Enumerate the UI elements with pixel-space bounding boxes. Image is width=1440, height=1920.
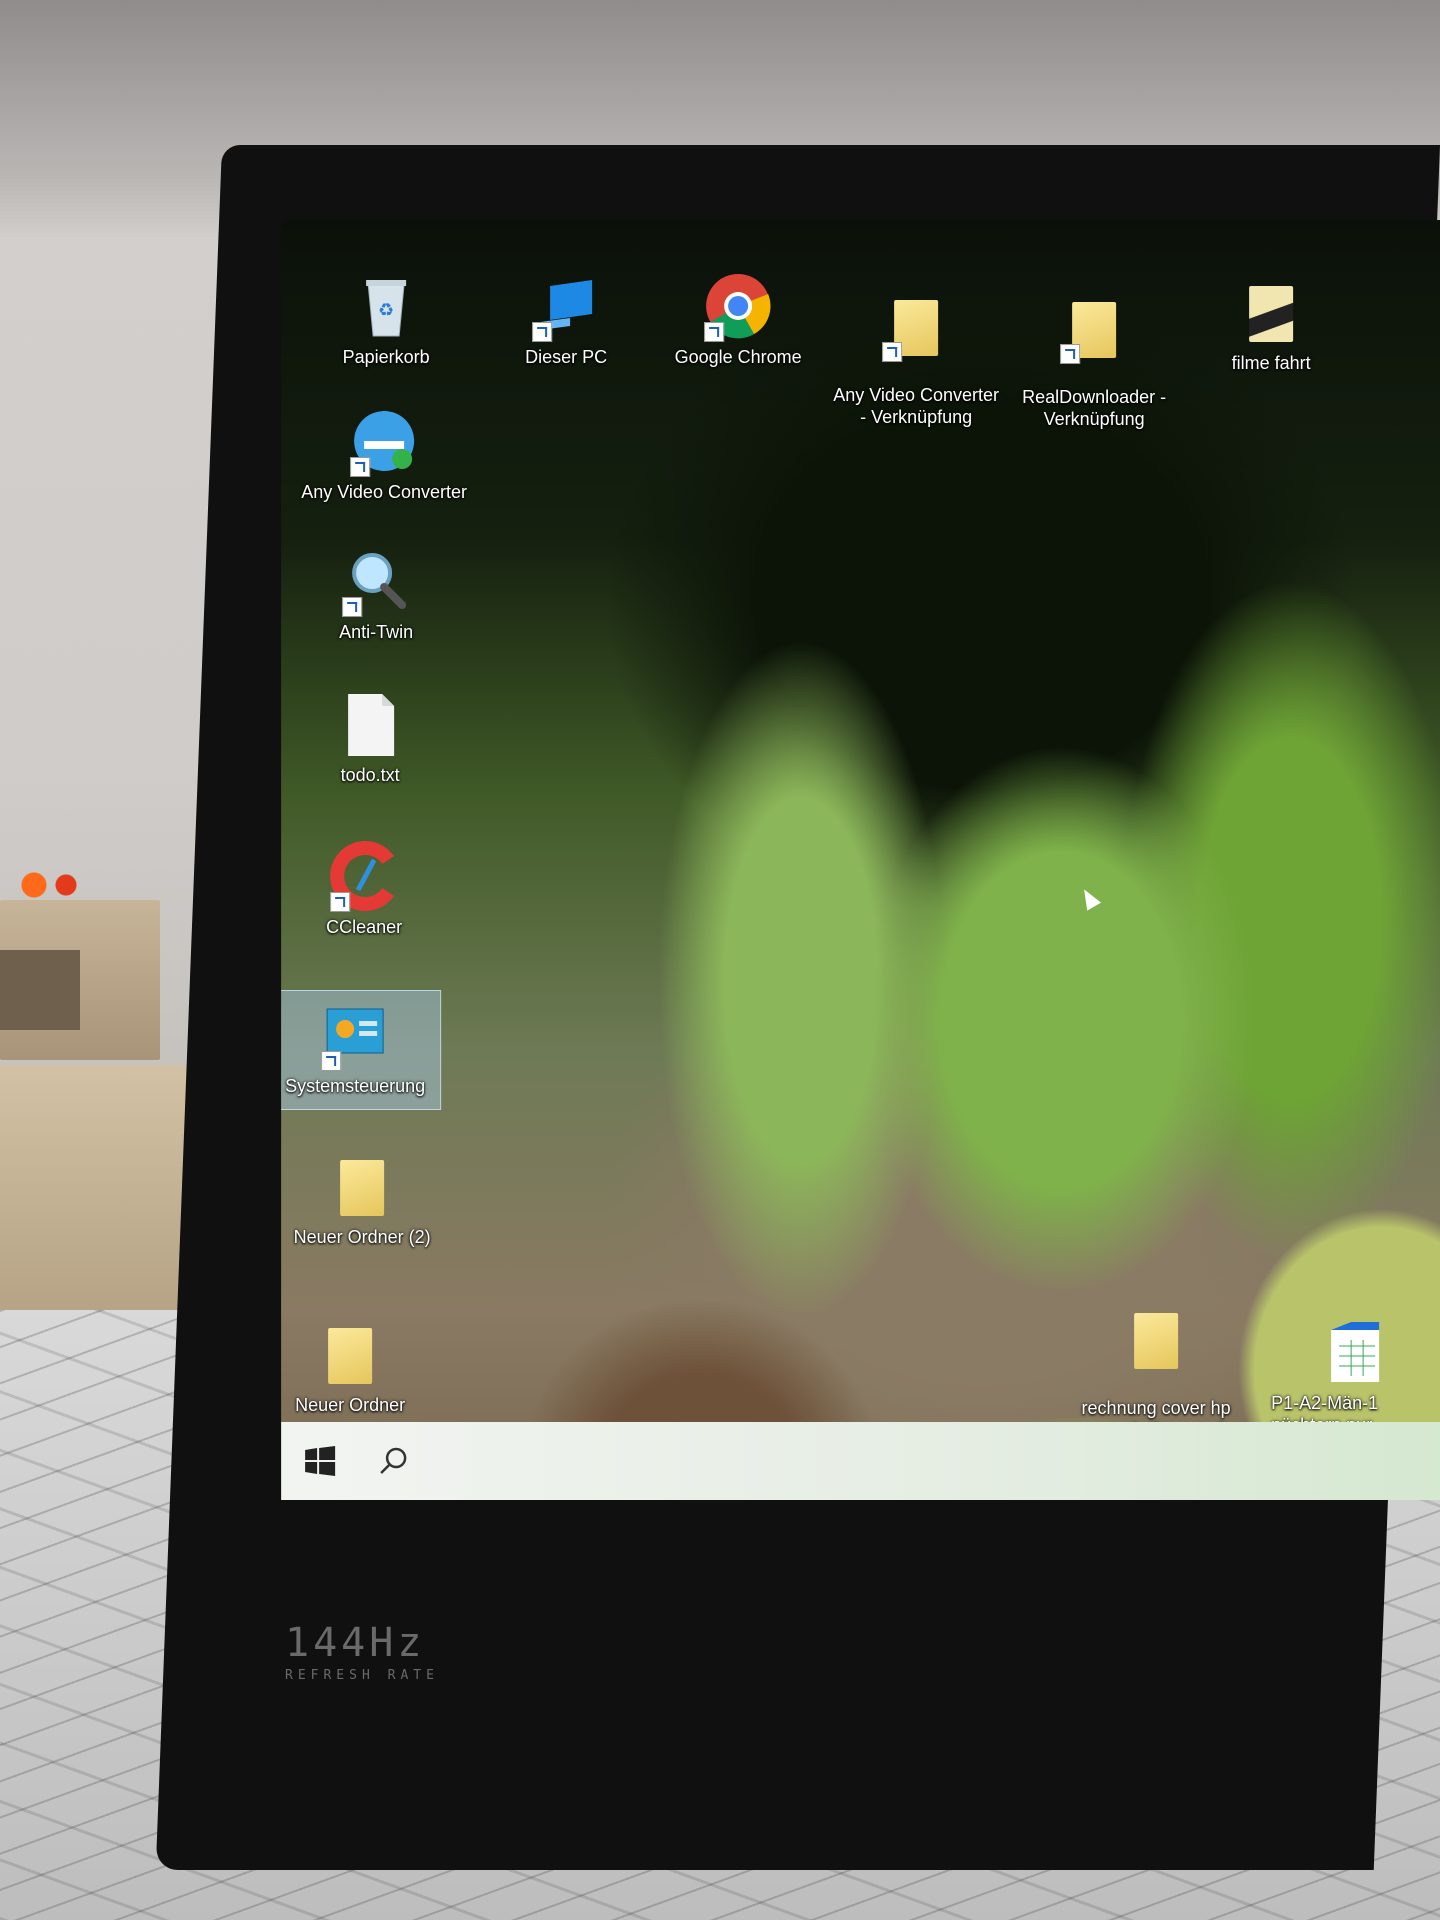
control-panel-icon [319, 999, 391, 1071]
desktop-icon-todo-txt[interactable]: todo.txt [285, 688, 455, 786]
icon-label: Papierkorb [342, 347, 430, 367]
folder-icon [880, 290, 952, 362]
desktop-icon-papierkorb[interactable]: ♻ Papierkorb [301, 270, 471, 368]
desktop-icon-dieser-pc[interactable]: Dieser PC [481, 270, 651, 368]
spreadsheet-icon [1321, 1298, 1393, 1382]
desktop-icon-anti-twin[interactable]: Anti-Twin [291, 545, 461, 643]
desktop-icon-realdownloader-shortcut[interactable]: RealDownloader - Verknüpfung [1009, 274, 1179, 448]
recycle-bin-icon: ♻ [350, 270, 422, 342]
text-file-icon [334, 688, 406, 760]
icon-label: CCleaner [326, 917, 403, 937]
shortcut-arrow-icon [882, 342, 903, 362]
folder-icon [1235, 276, 1307, 348]
search-icon[interactable] [377, 1444, 411, 1478]
svg-text:♻: ♻ [378, 300, 394, 320]
desktop-icon-ccleaner[interactable]: CCleaner [281, 840, 449, 938]
shortcut-arrow-icon [330, 892, 351, 912]
folder-icon [326, 1150, 398, 1222]
ccleaner-icon [328, 840, 400, 912]
shortcut-arrow-icon [1060, 344, 1081, 364]
desktop-icon-any-video-converter[interactable]: Any Video Converter [299, 405, 469, 503]
shortcut-arrow-icon [350, 457, 371, 477]
desktop-icon-google-chrome[interactable]: Google Chrome [653, 270, 823, 368]
shortcut-arrow-icon [704, 322, 725, 342]
chrome-icon [702, 270, 774, 342]
windows-logo-icon[interactable] [303, 1444, 337, 1478]
refresh-rate-caption: REFRESH RATE [285, 1668, 439, 1683]
refresh-rate-text: 144Hz [285, 1620, 426, 1666]
monitor: ♻ Papierkorb Dieser PC Google Chrome Any… [155, 145, 1440, 1870]
icon-label: Dieser PC [525, 347, 608, 367]
icon-label: Neuer Ordner (2) [293, 1227, 431, 1247]
desktop-icon-neuer-ordner-2[interactable]: Neuer Ordner (2) [281, 1150, 447, 1248]
folder-icon [1058, 292, 1130, 364]
icon-label: Google Chrome [674, 347, 802, 367]
this-pc-icon [530, 270, 602, 342]
desktop-icon-filme-fahrt[interactable]: filme fahrt [1186, 276, 1356, 374]
icon-label: Systemsteuerung [285, 1076, 426, 1096]
background-cabinet [0, 1065, 190, 1315]
magnifier-icon [340, 545, 412, 617]
shortcut-arrow-icon [342, 597, 363, 617]
folder-icon [314, 1318, 386, 1390]
desktop-icon-neuer-ordner[interactable]: Neuer Ordner [281, 1318, 435, 1416]
desktop-screen: ♻ Papierkorb Dieser PC Google Chrome Any… [281, 220, 1440, 1500]
icon-label: todo.txt [340, 765, 400, 785]
icon-label: Neuer Ordner [295, 1395, 406, 1415]
folder-icon [1120, 1303, 1192, 1375]
desktop-icon-systemsteuerung[interactable]: Systemsteuerung [281, 990, 442, 1110]
desktop-icon-any-video-converter-shortcut[interactable]: Any Video Converter - Verknüpfung [831, 272, 1001, 446]
taskbar [281, 1422, 1440, 1500]
icon-label: filme fahrt [1231, 353, 1311, 373]
bezel-branding: 144Hz REFRESH RATE [285, 1620, 439, 1683]
shortcut-arrow-icon [321, 1051, 342, 1071]
icon-label: Any Video Converter - Verknüpfung [833, 385, 999, 427]
mouse-cursor-icon [1077, 885, 1102, 911]
background-object [10, 870, 90, 900]
icon-label: Anti-Twin [339, 622, 414, 642]
any-video-converter-icon [348, 405, 420, 477]
icon-label: Any Video Converter [301, 482, 467, 502]
background-shelf-slot [0, 950, 80, 1030]
icon-label: RealDownloader - Verknüpfung [1022, 387, 1167, 429]
shortcut-arrow-icon [532, 322, 553, 342]
